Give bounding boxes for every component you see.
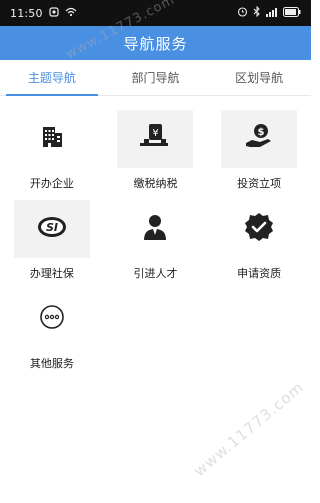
service-label: 办理社保 <box>29 267 74 280</box>
svg-text:$: $ <box>258 127 265 138</box>
tax-payment-icon: ¥ <box>138 122 172 156</box>
svg-text:SI: SI <box>46 221 58 234</box>
service-item-apply-qualification[interactable]: 申请资质 <box>207 200 311 290</box>
service-item-talent-introduction[interactable]: 引进人才 <box>104 200 208 290</box>
icon-tile: SI <box>13 200 90 258</box>
alarm-icon <box>237 6 248 20</box>
wifi-icon <box>65 7 77 20</box>
service-label: 投资立项 <box>237 177 282 190</box>
battery-icon <box>283 6 301 20</box>
service-item-pay-tax[interactable]: ¥ 缴税纳税 <box>104 110 208 200</box>
watermark-bottom: www.11773.com <box>190 377 308 481</box>
tab-theme-navigation[interactable]: 主题导航 <box>0 60 104 96</box>
status-right <box>237 5 301 20</box>
service-item-investment-project[interactable]: $ 投资立项 <box>207 110 311 200</box>
service-label: 申请资质 <box>237 267 282 280</box>
status-left: 11:50 <box>10 7 77 20</box>
service-item-social-security[interactable]: SI 办理社保 <box>0 200 104 290</box>
tab-label: 主题导航 <box>27 71 76 85</box>
qualification-icon <box>244 212 274 246</box>
tab-district-navigation[interactable]: 区划导航 <box>207 60 311 95</box>
building-icon <box>39 124 65 154</box>
service-item-start-business[interactable]: 开办企业 <box>0 110 104 200</box>
icon-tile: $ <box>221 110 298 168</box>
investment-icon: $ <box>244 122 274 156</box>
service-label: 开办企业 <box>29 177 74 190</box>
icon-tile <box>14 110 90 168</box>
tab-label: 部门导航 <box>131 71 180 85</box>
tab-department-navigation[interactable]: 部门导航 <box>104 60 208 95</box>
service-item-other-services[interactable]: 其他服务 <box>0 290 104 380</box>
icon-tile <box>14 290 90 348</box>
svg-text:¥: ¥ <box>153 128 159 139</box>
header-bar: 导航服务 <box>0 26 311 60</box>
notification-icon <box>49 6 59 20</box>
status-bar: 11:50 <box>0 0 311 26</box>
talent-icon <box>141 213 169 245</box>
status-time: 11:50 <box>10 6 43 20</box>
page-title: 导航服务 <box>123 34 188 53</box>
tab-bar: 主题导航 部门导航 区划导航 <box>0 60 311 96</box>
more-services-icon <box>39 304 65 334</box>
service-label: 其他服务 <box>29 357 74 370</box>
icon-tile <box>117 200 193 258</box>
service-label: 引进人才 <box>133 267 178 280</box>
signal-icon <box>266 7 278 20</box>
social-security-icon: SI <box>36 215 68 243</box>
service-label: 缴税纳税 <box>133 177 178 190</box>
service-grid: 开办企业 ¥ 缴税纳税 $ 投资立项 SI 办理社保 引进人才 申请资质 其他服… <box>0 110 311 380</box>
tab-label: 区划导航 <box>235 71 284 85</box>
icon-tile: ¥ <box>117 110 194 168</box>
icon-tile <box>221 200 297 258</box>
bluetooth-icon <box>253 5 261 20</box>
